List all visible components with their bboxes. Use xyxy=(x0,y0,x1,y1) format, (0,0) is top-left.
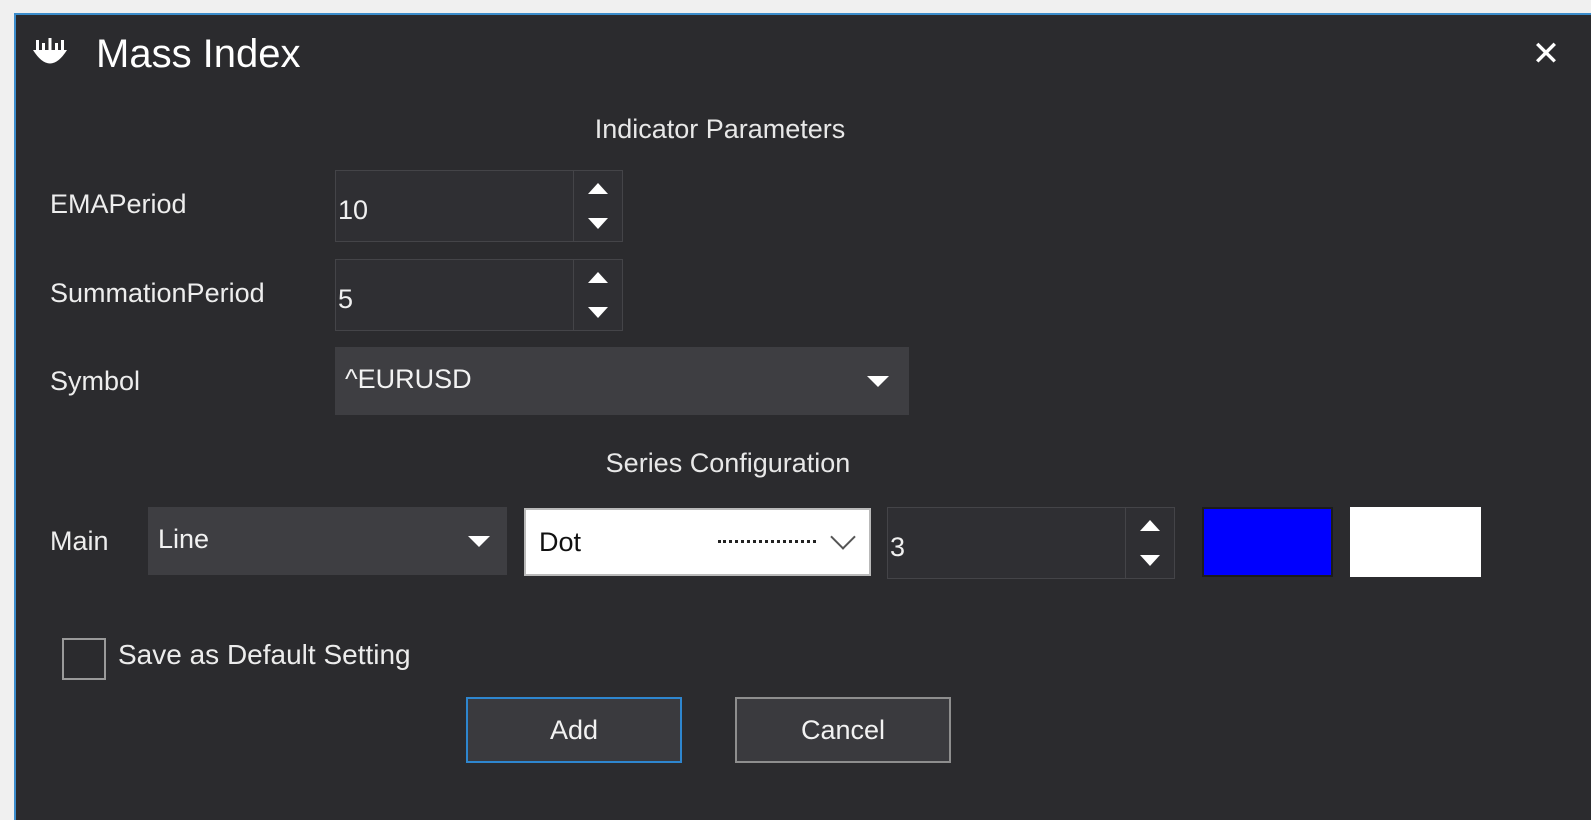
title-bar: Mass Index ✕ xyxy=(16,15,1591,93)
summation-period-stepper xyxy=(335,259,623,331)
summation-period-decrement-button[interactable] xyxy=(574,295,622,330)
dialog-title: Mass Index xyxy=(96,32,301,76)
symbol-dropdown[interactable]: ^EURUSD xyxy=(335,347,909,415)
line-width-input[interactable] xyxy=(888,508,1126,578)
spin-up-icon xyxy=(1140,520,1160,531)
close-button[interactable]: ✕ xyxy=(1516,31,1576,77)
main-series-label: Main xyxy=(50,526,109,556)
chevron-down-icon xyxy=(867,376,889,387)
ema-period-label: EMAPeriod xyxy=(50,189,187,219)
indicator-logo-icon xyxy=(33,38,67,64)
chart-type-value: Line xyxy=(158,524,210,554)
ema-period-input[interactable] xyxy=(336,171,574,241)
line-style-value: Dot xyxy=(539,527,582,557)
summation-period-label: SummationPeriod xyxy=(50,278,265,308)
ema-period-stepper xyxy=(335,170,623,242)
dot-line-preview xyxy=(718,540,816,543)
save-default-checkbox[interactable] xyxy=(62,638,106,680)
chevron-down-icon xyxy=(468,536,490,547)
line-color-swatch[interactable] xyxy=(1202,507,1333,577)
mass-index-dialog: Mass Index ✕ Indicator Parameters EMAPer… xyxy=(14,13,1591,820)
ema-period-increment-button[interactable] xyxy=(574,171,622,206)
symbol-label: Symbol xyxy=(50,366,141,396)
spin-down-icon xyxy=(588,218,608,229)
line-style-dropdown[interactable]: Dot xyxy=(524,508,871,576)
series-configuration-heading: Series Configuration xyxy=(605,448,851,478)
indicator-parameters-heading: Indicator Parameters xyxy=(594,114,846,144)
spin-up-icon xyxy=(588,183,608,194)
spin-up-icon xyxy=(588,272,608,283)
ema-period-decrement-button[interactable] xyxy=(574,206,622,241)
spin-down-icon xyxy=(1140,555,1160,566)
line-width-increment-button[interactable] xyxy=(1126,508,1174,543)
summation-period-increment-button[interactable] xyxy=(574,260,622,295)
secondary-color-swatch[interactable] xyxy=(1350,507,1481,577)
chevron-down-icon xyxy=(830,524,856,550)
save-default-label[interactable]: Save as Default Setting xyxy=(118,639,411,671)
symbol-value: ^EURUSD xyxy=(345,364,472,394)
summation-period-input[interactable] xyxy=(336,260,574,330)
close-icon: ✕ xyxy=(1531,35,1561,73)
add-button[interactable]: Add xyxy=(466,697,682,763)
spin-down-icon xyxy=(588,307,608,318)
line-width-stepper xyxy=(887,507,1175,579)
chart-type-dropdown[interactable]: Line xyxy=(148,507,507,575)
cancel-button[interactable]: Cancel xyxy=(735,697,951,763)
line-width-decrement-button[interactable] xyxy=(1126,543,1174,578)
